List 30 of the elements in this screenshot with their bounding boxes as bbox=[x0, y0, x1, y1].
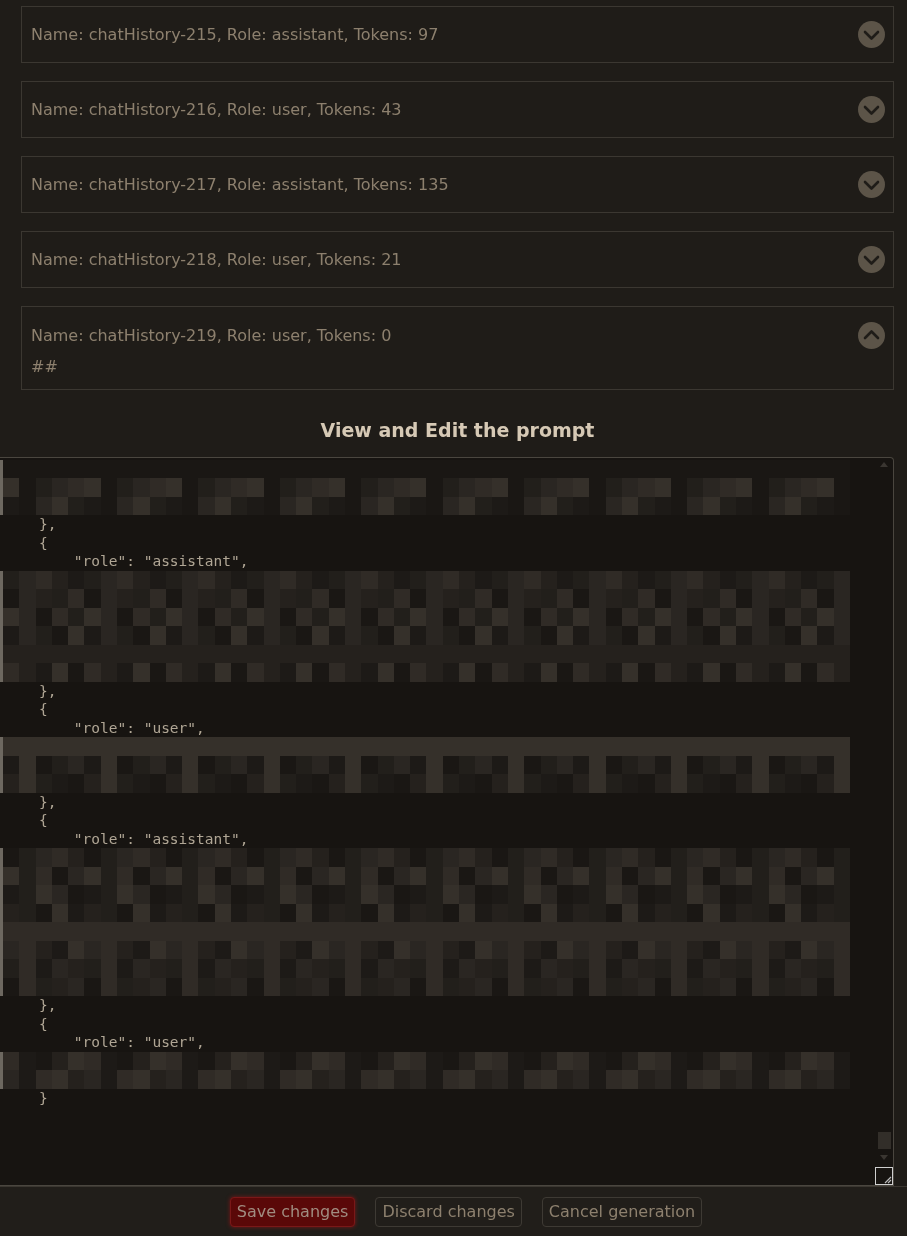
message-text: ## bbox=[31, 356, 59, 378]
collapse-button[interactable] bbox=[858, 322, 885, 349]
action-button[interactable]: Discard changes bbox=[375, 1196, 522, 1227]
history-item-title: Name: chatHistory-217, Role: assistant, Tokens: 135 bbox=[31, 173, 449, 196]
code-line: { bbox=[37, 1014, 49, 1033]
history-item-title: Name: chatHistory-218, Role: user, Tokens: 21 bbox=[31, 248, 402, 271]
action-button[interactable]: Cancel generation bbox=[541, 1196, 703, 1227]
code-line: { bbox=[37, 700, 49, 719]
expand-button[interactable] bbox=[858, 171, 885, 198]
code-line: { bbox=[37, 533, 49, 552]
code-line: { bbox=[37, 811, 49, 830]
code-line: "role": "assistant", bbox=[72, 552, 250, 571]
code-line: }, bbox=[37, 792, 58, 811]
code-line: }, bbox=[37, 681, 58, 700]
history-item-title: Name: chatHistory-215, Role: assistant, Tokens: 97 bbox=[31, 23, 439, 46]
code-line: "role": "assistant", bbox=[72, 829, 250, 848]
action-button[interactable]: Save changes bbox=[229, 1196, 356, 1227]
code-line: "role": "user", bbox=[72, 718, 206, 737]
prompt-editor[interactable]: }, { "role": "assistant", }, { "role": "user", }, { "role": "assistant", }, { "role": "user", } bbox=[0, 456, 894, 1186]
code-line: "role": "user", bbox=[72, 1033, 206, 1052]
expand-button[interactable] bbox=[858, 21, 885, 48]
expand-button[interactable] bbox=[858, 96, 885, 123]
code-line: }, bbox=[37, 515, 58, 534]
section-title: View and Edit the prompt bbox=[319, 418, 596, 443]
history-item-title: Name: chatHistory-216, Role: user, Tokens: 43 bbox=[31, 98, 402, 121]
resize-grip-icon[interactable] bbox=[875, 1167, 893, 1185]
code-line: }, bbox=[37, 996, 58, 1015]
code-line: } bbox=[37, 1088, 49, 1107]
expand-button[interactable] bbox=[858, 246, 885, 273]
history-item-title: Name: chatHistory-219, Role: user, Tokens: 0 bbox=[31, 324, 392, 347]
